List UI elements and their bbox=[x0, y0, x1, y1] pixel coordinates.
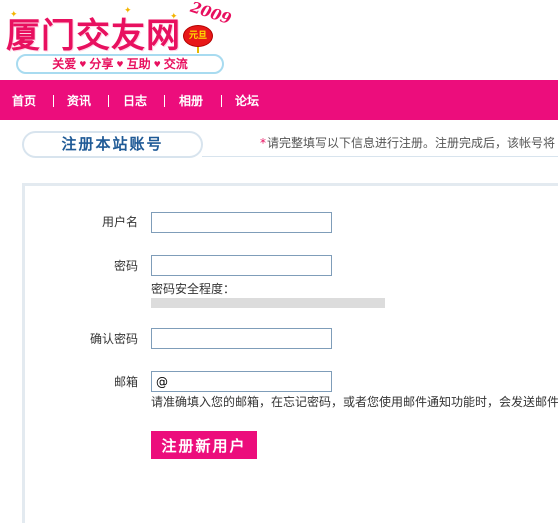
email-label: 邮箱 bbox=[113, 375, 138, 389]
email-input[interactable] bbox=[151, 371, 332, 392]
slogan-word: 交流 bbox=[163, 57, 188, 71]
password-strength-bar bbox=[151, 298, 385, 308]
confirm-password-label: 确认密码 bbox=[89, 332, 138, 346]
registration-notice: *请完整填写以下信息进行注册。注册完成后，该帐号将 bbox=[260, 134, 555, 151]
register-button[interactable]: 注册新用户 bbox=[151, 431, 257, 459]
slogan-word: 互助 bbox=[126, 57, 151, 71]
username-input[interactable] bbox=[151, 212, 332, 233]
slogan-word: 关爱 bbox=[52, 57, 77, 71]
nav-divider bbox=[108, 95, 109, 107]
logo-slogan: 关爱 ♥ 分享 ♥ 互助 ♥ 交流 bbox=[16, 54, 224, 74]
heart-icon: ♥ bbox=[116, 60, 124, 69]
password-input[interactable] bbox=[151, 255, 332, 276]
page-title: 注册本站账号 bbox=[22, 131, 203, 158]
password-label: 密码 bbox=[113, 259, 138, 273]
lantern-icon: 元旦 bbox=[183, 25, 213, 47]
lantern-tassel bbox=[197, 47, 199, 53]
nav-item-home[interactable]: 首页 bbox=[12, 80, 36, 120]
nav-item-album[interactable]: 相册 bbox=[179, 80, 203, 120]
required-star: * bbox=[260, 136, 266, 150]
nav-divider bbox=[221, 95, 222, 107]
email-hint: 请准确填入您的邮箱，在忘记密码，或者您使用邮件通知功能时，会发送邮件 bbox=[151, 395, 558, 409]
nav-item-forum[interactable]: 论坛 bbox=[235, 80, 259, 120]
username-label: 用户名 bbox=[101, 215, 138, 229]
heart-icon: ♥ bbox=[79, 60, 87, 69]
slogan-word: 分享 bbox=[89, 57, 114, 71]
password-strength-label: 密码安全程度： bbox=[151, 282, 236, 296]
heart-icon: ♥ bbox=[153, 60, 161, 69]
nav-divider bbox=[164, 95, 165, 107]
main-nav: 首页 资讯 日志 相册 论坛 bbox=[0, 80, 558, 120]
registration-form bbox=[22, 183, 558, 523]
header-divider bbox=[202, 156, 558, 157]
logo-title: 厦门交友网 bbox=[6, 16, 181, 56]
logo-year: 2009 bbox=[188, 0, 234, 29]
confirm-password-input[interactable] bbox=[151, 328, 332, 349]
nav-item-blog[interactable]: 日志 bbox=[123, 80, 147, 120]
nav-item-news[interactable]: 资讯 bbox=[67, 80, 91, 120]
notice-text: 请完整填写以下信息进行注册。注册完成后，该帐号将 bbox=[267, 136, 556, 150]
nav-divider bbox=[53, 95, 54, 107]
site-logo[interactable]: ✦ ✦ ✦ 厦门交友网 2009 元旦 关爱 ♥ 分享 ♥ 互助 ♥ 交流 bbox=[0, 0, 250, 82]
